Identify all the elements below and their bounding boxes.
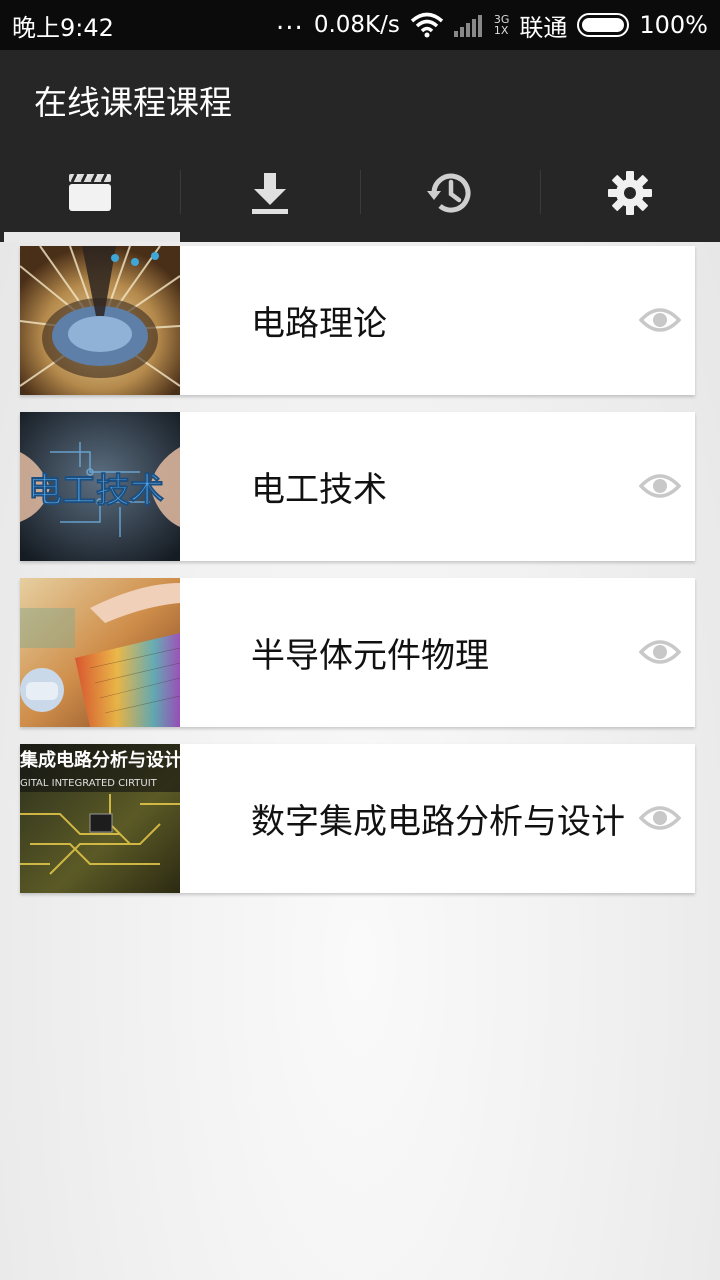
course-thumbnail-semiconductor <box>20 578 180 727</box>
chip-probe-thumbnail <box>20 246 180 395</box>
thumbnail-caption: 电工技术 <box>28 471 164 511</box>
status-dots: ... <box>276 6 304 36</box>
battery-percent: 100% <box>639 11 708 39</box>
thumbnail-subcaption: GITAL INTEGRATED CIRTUIT <box>20 778 158 789</box>
course-title: 数字集成电路分析与设计 <box>251 802 625 842</box>
settings-icon <box>608 171 652 215</box>
tab-courses[interactable] <box>0 150 180 242</box>
signal-icon <box>453 15 482 37</box>
course-title: 电工技术 <box>251 470 387 510</box>
circuit-hands-thumbnail: 电工技术 <box>20 412 180 561</box>
eye-icon[interactable] <box>639 636 681 668</box>
course-thumbnail-circuit-theory <box>20 246 180 395</box>
download-icon <box>252 173 288 214</box>
course-card[interactable]: 电路理论 <box>20 246 695 395</box>
tab-history[interactable] <box>360 150 540 242</box>
tab-bar <box>0 150 720 242</box>
course-title: 电路理论 <box>251 304 387 344</box>
carrier-name: 联通 <box>519 13 568 42</box>
history-icon <box>427 173 471 213</box>
status-right: ... 0.08K/s 3G 1X 联通 100% <box>276 8 708 43</box>
course-card[interactable]: 集成电路分析与设计 GITAL INTEGRATED CIRTUIT 数字集成电… <box>20 744 695 893</box>
course-thumbnail-electrotechnics: 电工技术 <box>20 412 180 561</box>
video-icon <box>69 173 111 211</box>
wifi-icon <box>410 12 443 38</box>
pcb-board-thumbnail: 集成电路分析与设计 GITAL INTEGRATED CIRTUIT <box>20 744 180 893</box>
eye-icon[interactable] <box>639 802 681 834</box>
battery-icon <box>577 13 630 37</box>
thumbnail-caption: 集成电路分析与设计 <box>20 749 180 771</box>
course-card[interactable]: 电工技术 电工技术 <box>20 412 695 561</box>
status-time: 晚上9:42 <box>12 13 114 42</box>
tab-settings[interactable] <box>540 150 720 242</box>
eye-icon[interactable] <box>639 470 681 502</box>
app-bar: 在线课程课程 <box>0 50 720 150</box>
wafer-hand-thumbnail <box>20 578 180 727</box>
course-list: 电路理论 电工技术 电工技术 半导体元件物理 集成电路分析与设计 GITAL I… <box>20 246 695 910</box>
course-thumbnail-digital-ic: 集成电路分析与设计 GITAL INTEGRATED CIRTUIT <box>20 744 180 893</box>
network-type-bottom: 1X <box>493 24 509 37</box>
network-speed: 0.08K/s <box>313 12 400 38</box>
network-type: 3G 1X <box>494 14 510 36</box>
course-card[interactable]: 半导体元件物理 <box>20 578 695 727</box>
tab-downloads[interactable] <box>180 150 360 242</box>
eye-icon[interactable] <box>639 304 681 336</box>
course-title: 半导体元件物理 <box>251 636 489 676</box>
status-bar: 晚上9:42 ... 0.08K/s 3G 1X 联通 100% <box>0 0 720 50</box>
app-title: 在线课程课程 <box>34 83 232 122</box>
